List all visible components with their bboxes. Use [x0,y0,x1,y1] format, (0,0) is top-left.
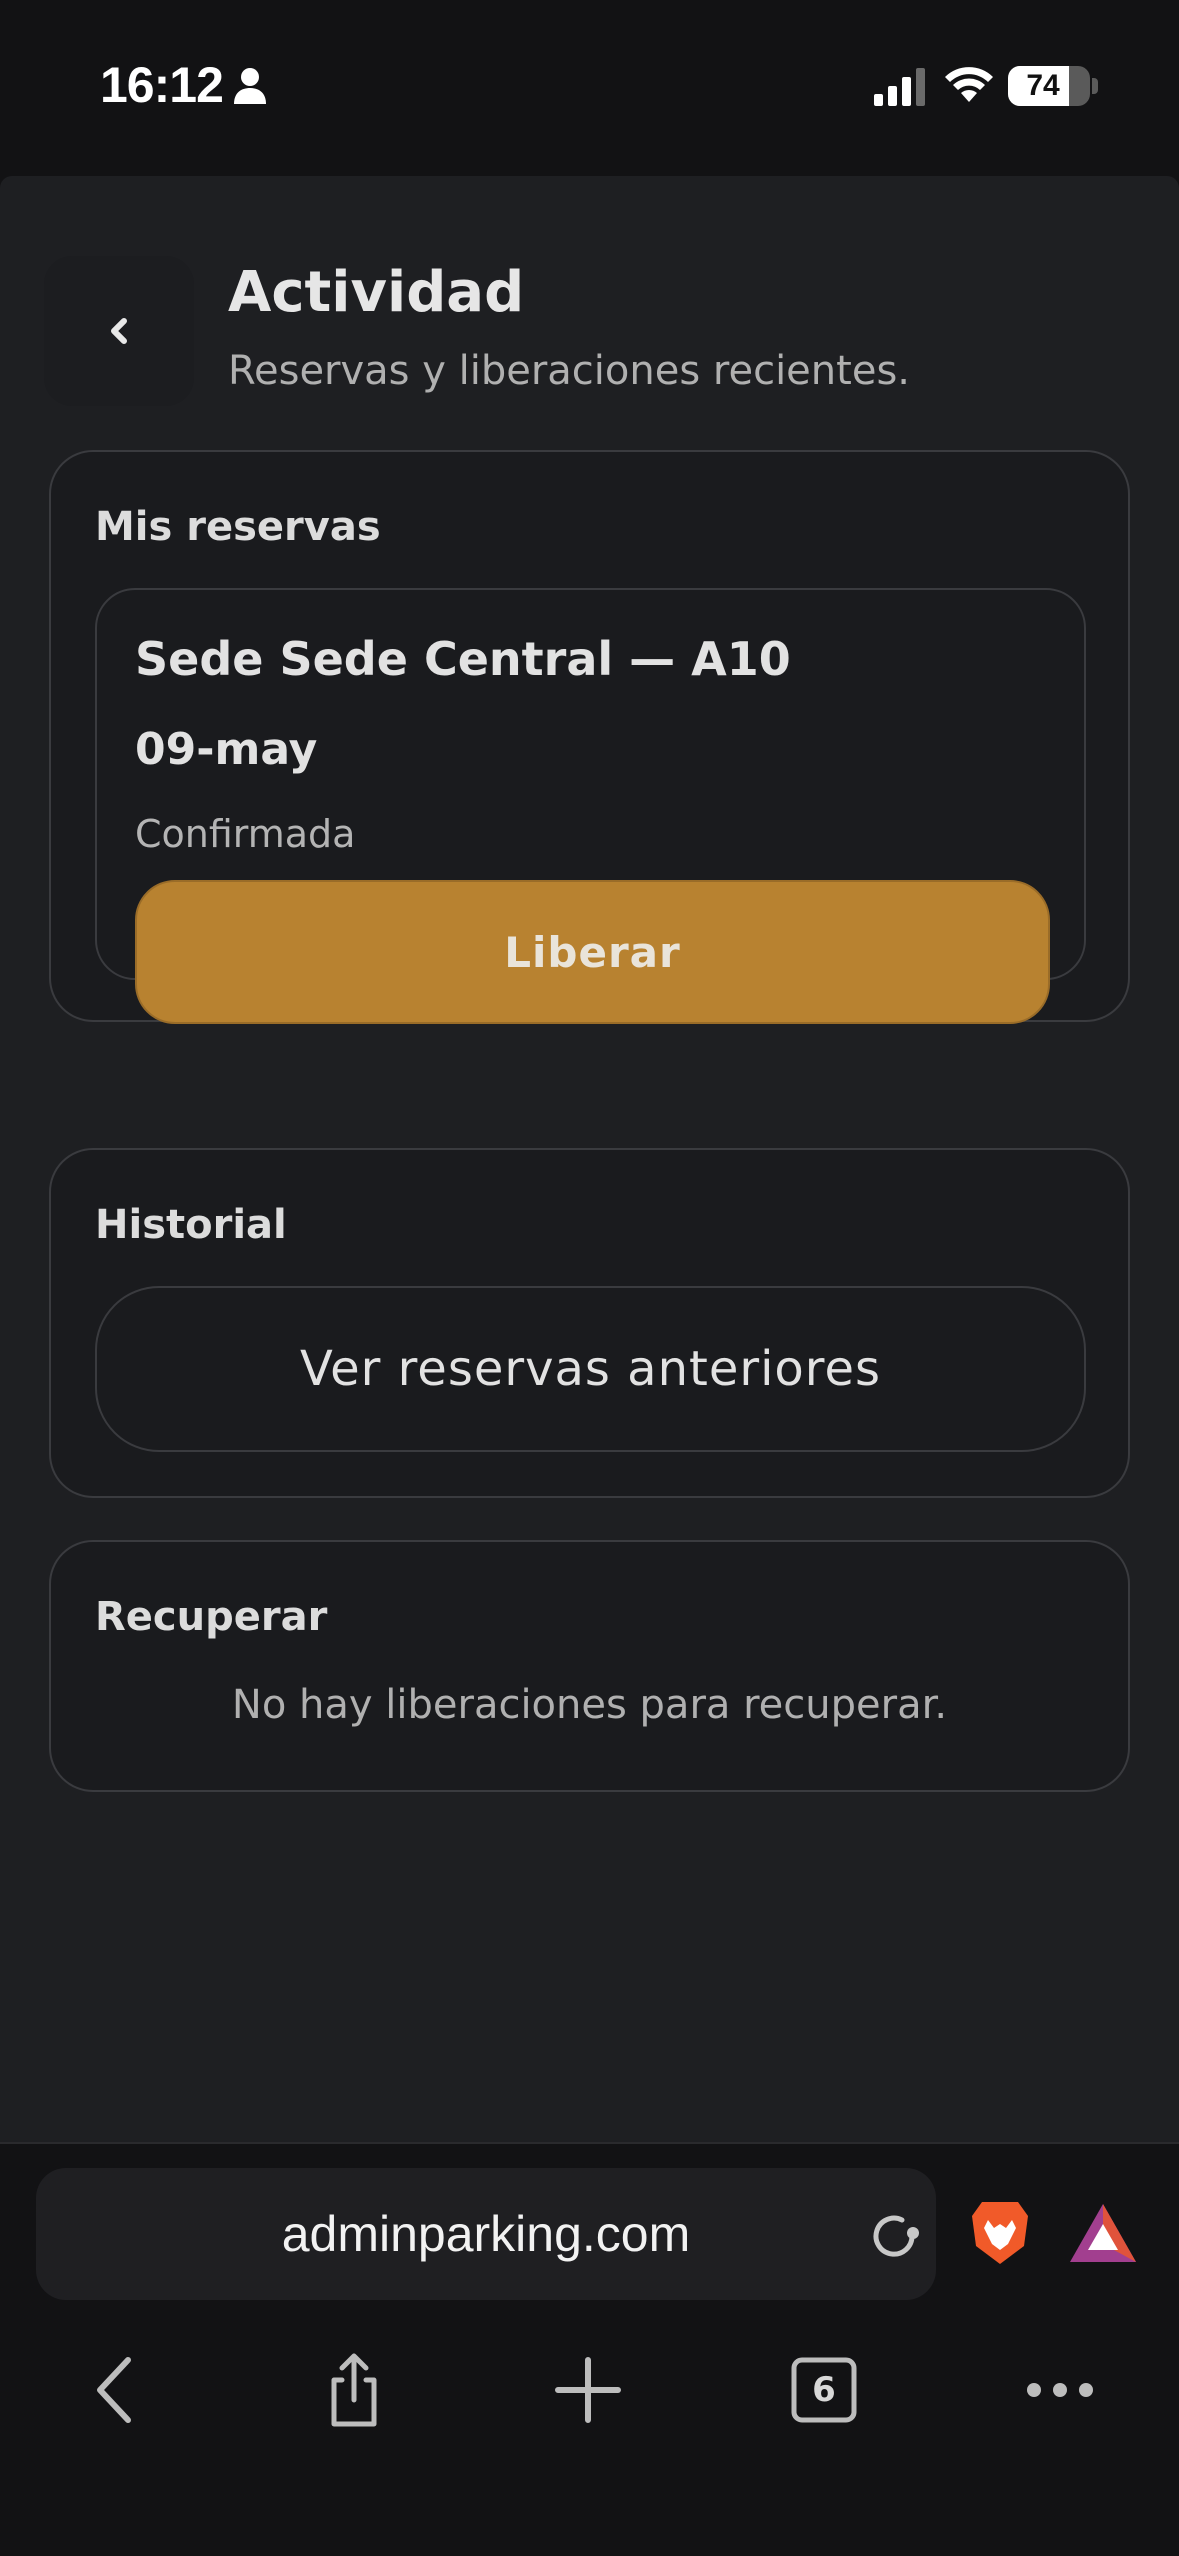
back-arrow-icon[interactable] [78,2350,158,2430]
liberar-button[interactable]: Liberar [135,880,1050,1024]
activity-page: Actividad Reservas y liberaciones recien… [0,176,1179,2142]
wifi-icon [945,67,993,102]
ver-reservas-anteriores-button[interactable]: Ver reservas anteriores [95,1286,1086,1452]
battery-percent: 74 [1026,69,1060,102]
brave-lion-icon[interactable] [968,2198,1032,2268]
mis-reservas-title: Mis reservas [95,504,381,550]
tabs-icon[interactable]: 6 [784,2350,864,2430]
status-time: 16:12 [100,57,224,113]
page-title: Actividad [228,260,525,325]
signal-icon [874,68,925,106]
reservation-item: Sede Sede Central — A10 09-may Confirmad… [95,588,1086,1024]
plus-icon[interactable] [548,2350,628,2430]
historial-title: Historial [95,1202,287,1248]
battery-nub [1092,78,1098,94]
recuperar-empty-message: No hay liberaciones para recuperar. [231,1682,948,1728]
browser-toolbar: adminparking.com 6 [0,2142,1179,2556]
recuperar-card: Recuperar No hay liberaciones para recup… [49,1540,1130,1792]
address-bar[interactable]: adminparking.com [36,2168,936,2300]
reservation-title: Sede Sede Central — A10 [135,632,791,686]
reservation-status: Confirmada [135,812,356,856]
share-icon[interactable] [314,2350,394,2430]
person-icon [234,68,266,104]
status-bar: 16:12 74 [0,0,1179,176]
more-icon[interactable] [1020,2350,1100,2430]
back-button[interactable] [44,256,194,406]
chevron-left-icon [111,318,127,344]
reload-icon[interactable] [862,2204,926,2268]
mis-reservas-card: Mis reservas Sede Sede Central — A10 09-… [49,450,1130,1024]
url-text: adminparking.com [281,2206,691,2262]
battery-icon: 74 [1008,66,1090,106]
tabs-count: 6 [812,2370,836,2410]
historial-card: Historial Ver reservas anteriores [49,1148,1130,1498]
bat-rewards-icon[interactable] [1068,2202,1138,2264]
reservation-date: 09-may [135,724,318,775]
recuperar-title: Recuperar [95,1594,328,1640]
page-subtitle: Reservas y liberaciones recientes. [228,348,910,394]
